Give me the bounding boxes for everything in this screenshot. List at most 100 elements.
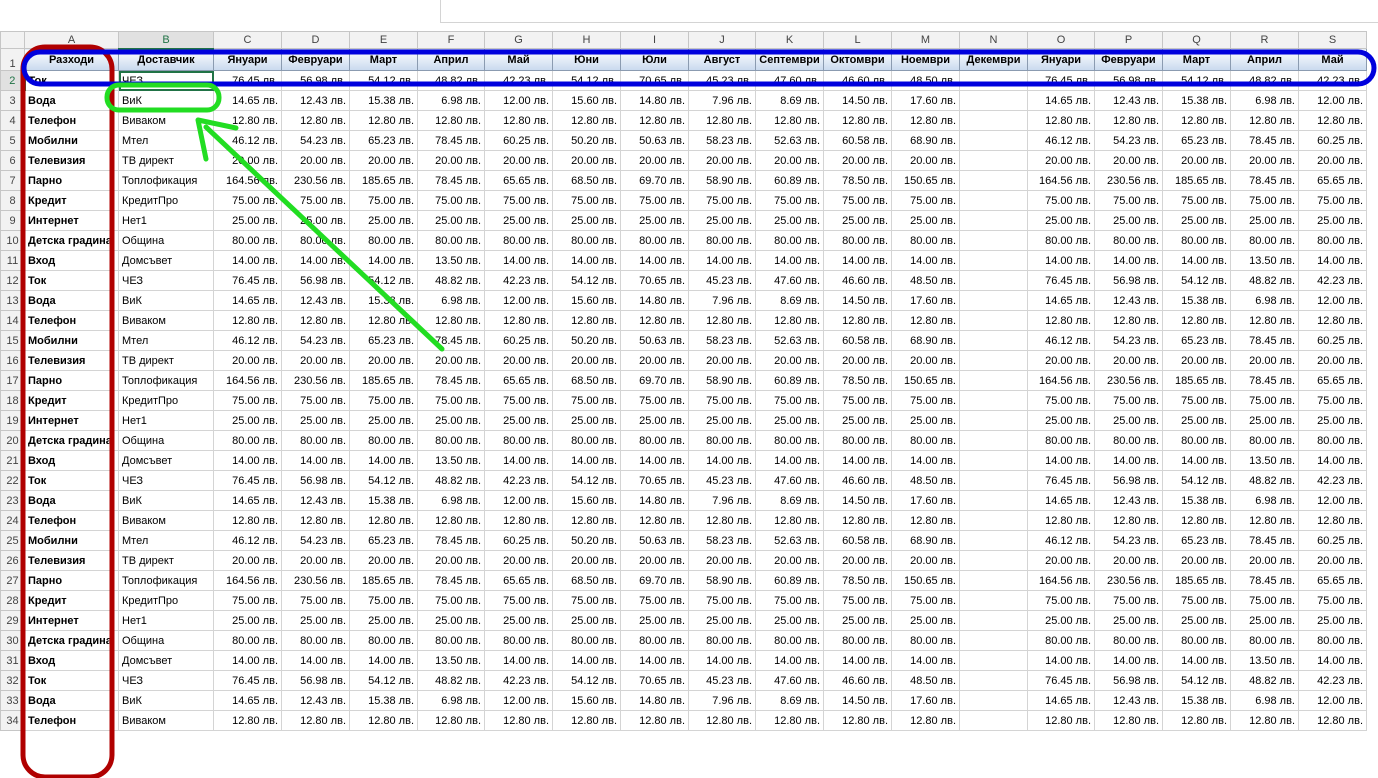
expense-cell[interactable]: Детска градина — [24, 230, 119, 251]
amount-cell[interactable]: 25.00 лв. — [1027, 410, 1095, 431]
amount-cell[interactable]: 48.82 лв. — [417, 470, 485, 491]
row-header[interactable]: 32 — [0, 670, 25, 691]
row-header[interactable]: 5 — [0, 130, 25, 151]
amount-cell[interactable]: 25.00 лв. — [755, 610, 824, 631]
amount-cell[interactable]: 14.00 лв. — [484, 250, 553, 271]
expense-cell[interactable]: Вход — [24, 650, 119, 671]
provider-cell[interactable]: ТВ директ — [118, 550, 214, 571]
amount-cell[interactable]: 25.00 лв. — [417, 610, 485, 631]
amount-cell[interactable]: 70.65 лв. — [620, 70, 689, 91]
amount-cell[interactable]: 25.00 лв. — [1230, 210, 1299, 231]
amount-cell[interactable]: 20.00 лв. — [1027, 150, 1095, 171]
amount-cell[interactable]: 12.80 лв. — [688, 310, 756, 331]
amount-cell[interactable]: 80.00 лв. — [1230, 430, 1299, 451]
amount-cell[interactable]: 46.12 лв. — [1027, 330, 1095, 351]
amount-cell[interactable]: 80.00 лв. — [484, 430, 553, 451]
amount-cell[interactable]: 25.00 лв. — [484, 410, 553, 431]
amount-cell[interactable]: 12.80 лв. — [417, 510, 485, 531]
amount-cell[interactable]: 80.00 лв. — [281, 230, 350, 251]
amount-cell[interactable]: 65.23 лв. — [349, 330, 418, 351]
amount-cell[interactable]: 25.00 лв. — [552, 410, 621, 431]
row-header[interactable]: 11 — [0, 250, 25, 271]
amount-cell[interactable]: 14.00 лв. — [1298, 650, 1367, 671]
amount-cell[interactable]: 54.12 лв. — [349, 270, 418, 291]
amount-cell[interactable]: 12.80 лв. — [891, 310, 960, 331]
amount-cell[interactable]: 230.56 лв. — [1094, 570, 1163, 591]
amount-cell[interactable]: 75.00 лв. — [1094, 590, 1163, 611]
amount-cell[interactable]: 80.00 лв. — [823, 230, 892, 251]
amount-cell[interactable]: 48.50 лв. — [891, 70, 960, 91]
expense-cell[interactable]: Телевизия — [24, 350, 119, 371]
amount-cell[interactable]: 80.00 лв. — [417, 430, 485, 451]
amount-cell[interactable]: 20.00 лв. — [484, 150, 553, 171]
amount-cell[interactable]: 50.63 лв. — [620, 130, 689, 151]
amount-cell[interactable]: 45.23 лв. — [688, 470, 756, 491]
amount-cell[interactable]: 12.80 лв. — [417, 310, 485, 331]
amount-cell[interactable]: 56.98 лв. — [281, 670, 350, 691]
amount-cell[interactable]: 46.60 лв. — [823, 270, 892, 291]
provider-cell[interactable]: ЧЕЗ — [118, 470, 214, 491]
amount-cell[interactable]: 15.60 лв. — [552, 290, 621, 311]
amount-cell[interactable]: 12.80 лв. — [1162, 310, 1231, 331]
amount-cell[interactable]: 12.80 лв. — [1230, 310, 1299, 331]
amount-cell[interactable]: 15.38 лв. — [349, 490, 418, 511]
amount-cell[interactable]: 75.00 лв. — [349, 590, 418, 611]
amount-cell[interactable]: 75.00 лв. — [417, 390, 485, 411]
amount-cell[interactable]: 20.00 лв. — [281, 350, 350, 371]
amount-cell[interactable]: 20.00 лв. — [349, 550, 418, 571]
amount-cell[interactable]: 20.00 лв. — [891, 550, 960, 571]
amount-cell[interactable]: 20.00 лв. — [1298, 350, 1367, 371]
expense-cell[interactable]: Парно — [24, 570, 119, 591]
amount-cell[interactable]: 14.00 лв. — [755, 250, 824, 271]
amount-cell[interactable]: 20.00 лв. — [1230, 150, 1299, 171]
amount-cell[interactable]: 25.00 лв. — [823, 210, 892, 231]
amount-cell[interactable] — [959, 190, 1028, 211]
amount-cell[interactable]: 17.60 лв. — [891, 690, 960, 711]
amount-cell[interactable]: 25.00 лв. — [349, 210, 418, 231]
row-header[interactable]: 12 — [0, 270, 25, 291]
amount-cell[interactable]: 12.80 лв. — [1162, 710, 1231, 731]
amount-cell[interactable]: 20.00 лв. — [688, 150, 756, 171]
amount-cell[interactable]: 15.60 лв. — [552, 690, 621, 711]
amount-cell[interactable]: 80.00 лв. — [1094, 430, 1163, 451]
amount-cell[interactable]: 48.82 лв. — [417, 670, 485, 691]
amount-cell[interactable] — [959, 230, 1028, 251]
amount-cell[interactable]: 52.63 лв. — [755, 530, 824, 551]
amount-cell[interactable]: 65.65 лв. — [484, 570, 553, 591]
amount-cell[interactable]: 12.80 лв. — [891, 710, 960, 731]
amount-cell[interactable]: 75.00 лв. — [1027, 590, 1095, 611]
row-header[interactable]: 26 — [0, 550, 25, 571]
amount-cell[interactable]: 14.00 лв. — [620, 250, 689, 271]
amount-cell[interactable]: 20.00 лв. — [417, 550, 485, 571]
column-header-o[interactable]: O — [1027, 31, 1095, 49]
amount-cell[interactable]: 65.65 лв. — [1298, 170, 1367, 191]
provider-cell[interactable]: ЧЕЗ — [118, 670, 214, 691]
amount-cell[interactable] — [959, 410, 1028, 431]
provider-cell[interactable]: ЧЕЗ — [118, 270, 214, 291]
amount-cell[interactable]: 12.80 лв. — [620, 110, 689, 131]
amount-cell[interactable]: 12.80 лв. — [281, 710, 350, 731]
amount-cell[interactable] — [959, 170, 1028, 191]
amount-cell[interactable]: 80.00 лв. — [1230, 230, 1299, 251]
amount-cell[interactable]: 47.60 лв. — [755, 470, 824, 491]
amount-cell[interactable]: 56.98 лв. — [281, 70, 350, 91]
amount-cell[interactable] — [959, 490, 1028, 511]
header-cell[interactable]: Август — [688, 48, 756, 71]
amount-cell[interactable]: 12.80 лв. — [1298, 710, 1367, 731]
amount-cell[interactable]: 25.00 лв. — [620, 410, 689, 431]
amount-cell[interactable]: 78.45 лв. — [417, 370, 485, 391]
amount-cell[interactable] — [959, 330, 1028, 351]
amount-cell[interactable]: 20.00 лв. — [620, 350, 689, 371]
amount-cell[interactable]: 78.45 лв. — [417, 570, 485, 591]
amount-cell[interactable]: 54.23 лв. — [281, 530, 350, 551]
amount-cell[interactable]: 230.56 лв. — [1094, 370, 1163, 391]
amount-cell[interactable]: 75.00 лв. — [484, 590, 553, 611]
amount-cell[interactable]: 15.38 лв. — [1162, 290, 1231, 311]
amount-cell[interactable]: 25.00 лв. — [688, 610, 756, 631]
expense-cell[interactable]: Парно — [24, 170, 119, 191]
amount-cell[interactable]: 15.60 лв. — [552, 90, 621, 111]
amount-cell[interactable]: 80.00 лв. — [484, 230, 553, 251]
amount-cell[interactable]: 12.80 лв. — [755, 110, 824, 131]
row-header[interactable]: 16 — [0, 350, 25, 371]
amount-cell[interactable]: 25.00 лв. — [281, 210, 350, 231]
